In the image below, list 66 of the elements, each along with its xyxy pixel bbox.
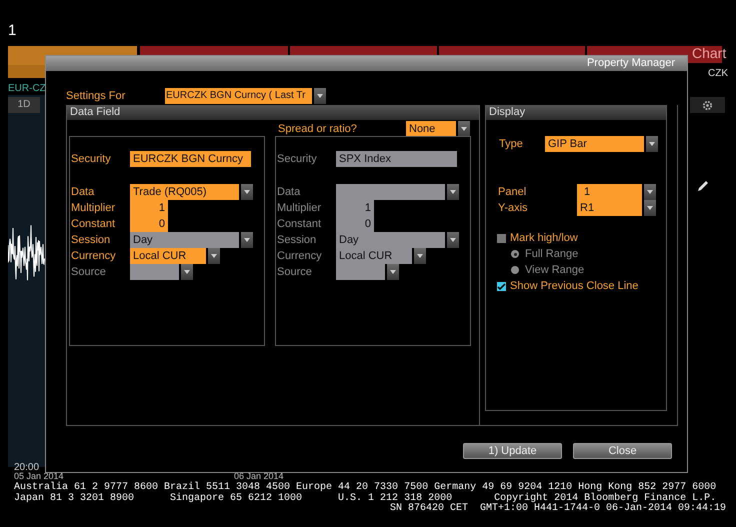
number-field[interactable]: 1 [130,200,168,216]
type-dropdown[interactable]: GIP Bar [545,136,644,152]
checkbox[interactable] [497,282,506,290]
field-label: Y-axis [498,201,529,216]
caret-icon [649,142,655,146]
checkbox[interactable] [497,234,506,242]
dropdown-field[interactable]: Local CUR [130,248,206,264]
close-button[interactable]: Close [573,443,672,459]
spread-label: Spread or ratio? [278,122,358,136]
field-label: Security [276,152,318,167]
pencil-icon[interactable] [697,180,709,192]
dropdown-field[interactable]: Day [130,232,239,248]
caret-icon [184,270,190,274]
field-label: Panel [498,185,528,200]
spread-dropdown[interactable]: None [406,121,456,137]
field-label: Session [70,233,112,248]
text-field[interactable]: EURCZK BGN Curncy [130,151,251,167]
footer-text: SN 876420 CET GMT+1:00 H441-1744-0 06-Jan-2014 09:44:19 [388,504,726,514]
window-number: 1 [8,21,16,41]
field-label: Security [70,152,112,167]
field-label: Data [276,185,302,200]
dropdown-field[interactable]: Trade (RQ005) [130,184,239,200]
field-label: Session [276,233,318,248]
field-label: Type [499,137,524,152]
number-field[interactable]: 0 [130,216,168,232]
settings-label: Settings For [66,89,126,104]
update-button[interactable]: 1) Update [463,443,562,459]
field-label: Constant [276,217,322,232]
checkbox-label: Show Previous Close Line [510,278,638,294]
date-label: 06 Jan 2014 [234,472,284,481]
caret-icon [317,94,323,98]
radio-label: View Range [525,262,584,278]
settings-dropdown[interactable]: EURCZK BGN Curncy ( Last Tr [165,88,312,104]
settings-icon [702,100,713,110]
field-label: Constant [70,217,116,232]
caret-icon [390,270,396,274]
caret-icon [244,238,250,242]
footer-text: Japan 81 3 3201 8900 Singapore 65 6212 1000 U.S. 1 212 318 2000 Copyright 2014 Bloomberg Finance L.P. [14,494,716,504]
caret-icon [461,127,467,131]
field-label: Source [276,265,313,280]
field-label: Multiplier [276,201,322,216]
panel-header: Display [486,105,666,120]
date-label: 05 Jan 2014 [14,472,64,481]
checkbox-label: Mark high/low [510,230,578,246]
caret-icon [647,190,653,194]
settings-button[interactable] [690,97,725,113]
time-label: 20:00 [14,461,40,473]
field-label: Source [70,265,107,280]
field-label: Multiplier [70,201,116,216]
radio-label: Full Range [525,246,578,262]
field-label: Currency [70,249,117,264]
caret-icon [417,254,423,258]
caret-icon [450,238,456,242]
field-label: Currency [276,249,323,264]
period-tab[interactable]: 1D [8,97,40,113]
security-label: EUR-CZ [8,82,46,96]
y-axis-dropdown[interactable]: R1 [577,200,642,216]
panel-header: Data Field [67,105,479,120]
field-label: Data [70,185,96,200]
caret-icon [211,254,217,258]
footer-text: Australia 61 2 9777 8600 Brazil 5511 3048 4500 Europe 44 20 7330 7500 Germany 49 69 9204 1210 Hong Kong 852 2977 6000 [14,483,718,493]
panel-dropdown[interactable]: 1 [577,184,642,200]
caret-icon [647,206,653,210]
caret-icon [450,190,456,194]
caret-icon [244,190,250,194]
window-title: Property Manager [586,56,675,71]
